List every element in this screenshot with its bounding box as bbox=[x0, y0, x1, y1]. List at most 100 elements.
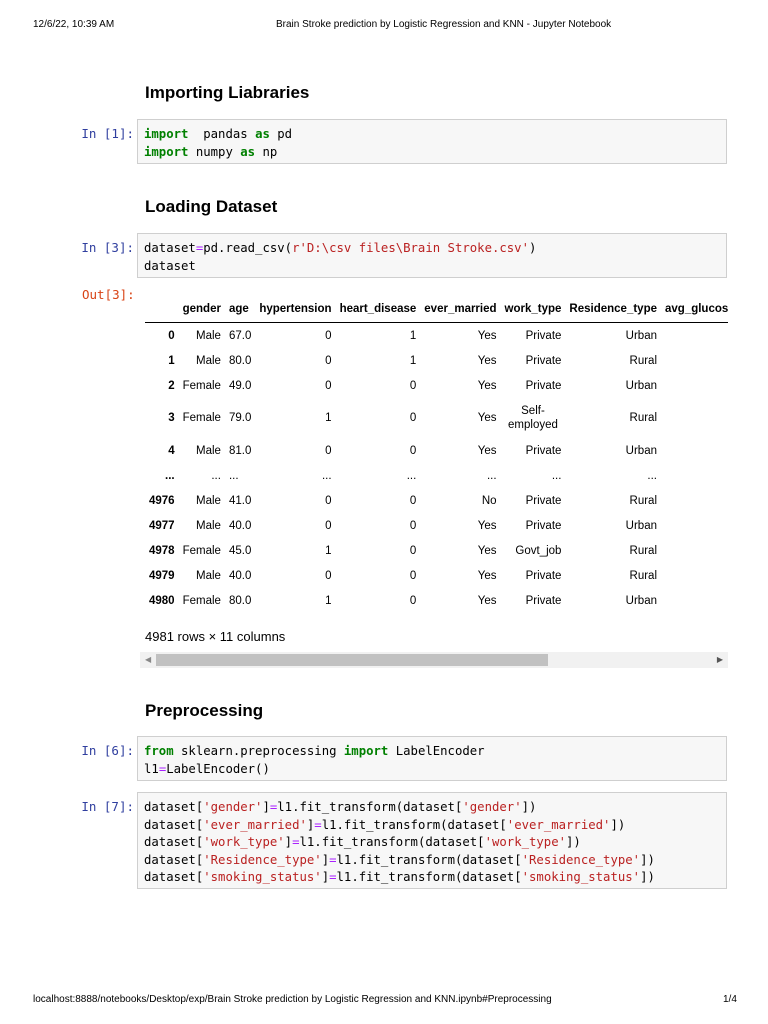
code-token: 'work_type' bbox=[484, 835, 567, 849]
code-token: ] bbox=[284, 835, 293, 849]
table-cell: Yes bbox=[477, 329, 497, 342]
table-cell: Private bbox=[525, 519, 562, 532]
table-cell: Female bbox=[182, 412, 221, 424]
table-cell bbox=[661, 538, 728, 563]
code-token: 'gender' bbox=[203, 800, 263, 814]
table-cell: Male bbox=[196, 494, 221, 507]
code-cell-6[interactable]: from sklearn.preprocessing import LabelE… bbox=[137, 736, 727, 781]
column-header: hypertension bbox=[255, 296, 336, 323]
table-cell: 49.0 bbox=[228, 379, 252, 392]
code-line: dataset bbox=[144, 258, 720, 276]
table-cell: 1 bbox=[325, 594, 332, 607]
scroll-left-icon[interactable]: ◀ bbox=[145, 655, 151, 664]
code-token: = bbox=[329, 870, 337, 884]
code-token: l1.fit_transform(dataset[ bbox=[277, 800, 463, 814]
row-index: ... bbox=[165, 469, 175, 482]
table-cell: Urban bbox=[625, 379, 657, 392]
code-token: dataset[ bbox=[144, 817, 204, 832]
code-token: ] bbox=[262, 800, 270, 814]
table-cell: Yes bbox=[477, 544, 497, 557]
code-token: = bbox=[314, 817, 322, 832]
table-cell: Male bbox=[196, 519, 221, 532]
print-datetime: 12/6/22, 10:39 AM bbox=[33, 19, 115, 30]
table-cell: ... bbox=[228, 469, 239, 482]
table-cell: Urban bbox=[625, 444, 657, 457]
table-cell: 0 bbox=[409, 379, 417, 392]
table-cell: Male bbox=[196, 329, 221, 342]
table-cell: Yes bbox=[477, 444, 497, 457]
table-cell: Yes bbox=[477, 412, 497, 424]
scroll-right-icon[interactable]: ▶ bbox=[717, 655, 723, 664]
table-cell: Urban bbox=[625, 329, 657, 342]
code-token: import bbox=[144, 144, 189, 159]
heading-loading-dataset: Loading Dataset bbox=[145, 197, 278, 216]
code-token: 'smoking_status' bbox=[203, 870, 322, 884]
code-token: as bbox=[240, 144, 256, 159]
code-line: dataset['gender']=l1.fit_transform(datas… bbox=[144, 799, 720, 817]
table-cell: 67.0 bbox=[228, 329, 252, 342]
table-cell: 1 bbox=[325, 544, 332, 557]
scrollbar-thumb[interactable] bbox=[156, 654, 548, 666]
table-cell: 0 bbox=[325, 354, 332, 367]
code-token: l1 bbox=[144, 761, 159, 776]
code-cell-1[interactable]: import pandas as pd import numpy as np bbox=[137, 119, 727, 164]
code-token: l1.fit_transform(dataset[ bbox=[299, 835, 485, 849]
table-cell: Male bbox=[196, 444, 221, 457]
row-index: 4980 bbox=[149, 594, 175, 607]
table-cell: 0 bbox=[409, 569, 417, 582]
table-cell bbox=[661, 323, 728, 349]
column-header bbox=[145, 296, 179, 323]
table-cell: Private bbox=[525, 329, 562, 342]
code-cell-3[interactable]: dataset=pd.read_csv(r'D:\csv files\Brain… bbox=[137, 233, 727, 278]
code-line: dataset=pd.read_csv(r'D:\csv files\Brain… bbox=[144, 240, 720, 258]
code-token: r'D:\csv files\Brain Stroke.csv' bbox=[292, 241, 529, 255]
table-cell: 0 bbox=[409, 594, 417, 607]
column-header: age bbox=[224, 296, 256, 323]
table-cell bbox=[661, 463, 728, 488]
table-cell: 0 bbox=[325, 444, 332, 457]
table-cell bbox=[661, 373, 728, 398]
horizontal-scrollbar[interactable]: ◀ ▶ bbox=[140, 652, 728, 668]
code-token: dataset[ bbox=[144, 852, 204, 867]
table-cell: 1 bbox=[409, 329, 417, 342]
table-cell: Urban bbox=[625, 594, 657, 607]
code-token: ] bbox=[321, 852, 330, 867]
code-token: 'work_type' bbox=[203, 835, 285, 849]
table-row: 4 Male 81.0 0 0 Yes Private Urban bbox=[145, 438, 728, 463]
table-cell: 0 bbox=[409, 519, 417, 532]
table-cell: Rural bbox=[629, 354, 657, 367]
table-row: ........................ bbox=[145, 463, 728, 488]
code-token: LabelEncoder() bbox=[166, 761, 270, 776]
code-token: import bbox=[343, 744, 389, 758]
table-cell: Rural bbox=[629, 569, 657, 582]
code-token: dataset[ bbox=[144, 835, 204, 849]
table-cell: 0 bbox=[409, 444, 417, 457]
table-cell bbox=[661, 588, 728, 613]
row-index: 4 bbox=[168, 444, 175, 457]
code-token: ]) bbox=[640, 870, 655, 884]
dataframe-output: gender age hypertension heart_disease ever_m… bbox=[145, 296, 728, 613]
code-line: l1=LabelEncoder() bbox=[144, 761, 720, 779]
code-token: l1.fit_transform(dataset[ bbox=[321, 817, 507, 832]
table-cell bbox=[661, 563, 728, 588]
table-cell bbox=[661, 488, 728, 513]
table-cell: 81.0 bbox=[228, 444, 252, 457]
table-row: 3 Female 79.0 1 0 Yes Self- employed Rural bbox=[145, 398, 728, 438]
code-line: dataset['ever_married']=l1.fit_transform… bbox=[144, 817, 720, 835]
code-cell-7[interactable]: dataset['gender']=l1.fit_transform(datas… bbox=[137, 792, 727, 889]
code-line: import numpy as np bbox=[144, 144, 720, 162]
code-token: as bbox=[255, 127, 270, 141]
table-cell: Private bbox=[525, 594, 562, 607]
heading-importing: Importing Liabraries bbox=[145, 83, 310, 102]
column-header: heart_disease bbox=[335, 296, 421, 323]
code-token: l1.fit_transform(dataset[ bbox=[336, 870, 522, 884]
code-token: pd.read_csv( bbox=[203, 241, 293, 255]
table-cell: Rural bbox=[629, 412, 657, 424]
code-token: sklearn.preprocessing bbox=[173, 744, 344, 758]
table-cell: Yes bbox=[477, 519, 497, 532]
code-line: from sklearn.preprocessing import LabelE… bbox=[144, 743, 720, 761]
cell-prompt: In [7]: bbox=[81, 799, 134, 814]
row-index: 1 bbox=[168, 354, 175, 367]
column-header: work_type bbox=[500, 296, 566, 323]
table-cell: 0 bbox=[409, 544, 417, 557]
